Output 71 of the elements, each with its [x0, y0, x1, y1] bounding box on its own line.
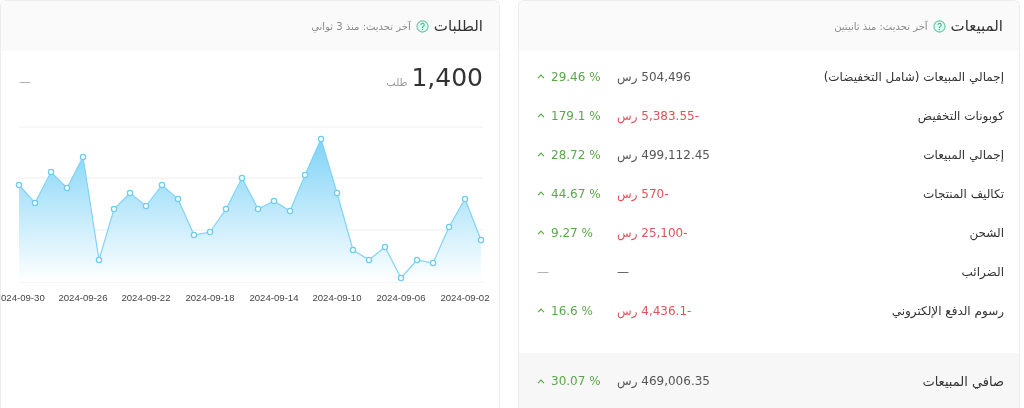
- data-point: [349, 246, 357, 254]
- metric-label: إجمالي المبيعات (شامل التخفيضات): [822, 69, 1004, 84]
- metric-change: 30.07 %: [551, 374, 601, 388]
- last-updated: آخر تحديث: منذ 3 ثواني: [311, 20, 411, 32]
- data-point: [365, 256, 373, 264]
- metric-change: 9.27 %: [551, 225, 593, 240]
- metric-value: -570 رس: [617, 186, 670, 201]
- data-point: [397, 274, 405, 282]
- data-point: [31, 199, 39, 207]
- axis-label: 2024-09-14: [249, 292, 299, 303]
- card-title: المبيعات: [950, 17, 1003, 35]
- data-point: [445, 223, 453, 231]
- axis-label: 2024-09-22: [121, 292, 171, 303]
- data-point: [238, 174, 246, 182]
- data-point: [95, 256, 103, 264]
- metric-value: 469,006.35 رس: [617, 374, 711, 388]
- metric-change: 28.72 %: [551, 147, 601, 162]
- help-icon[interactable]: [415, 19, 429, 33]
- data-point: [477, 236, 485, 244]
- metric-value: -25,100 رس: [617, 225, 689, 240]
- orders-unit: طلب: [386, 77, 408, 88]
- data-point: [254, 205, 262, 213]
- data-point: [79, 153, 87, 161]
- orders-total: 1,400: [411, 63, 483, 92]
- data-point: [47, 168, 55, 176]
- metric-label: رسوم الدفع الإلكتروني: [890, 303, 1004, 318]
- metric-label: صافي المبيعات: [921, 373, 1004, 389]
- last-updated: آخر تحديث: منذ ثانيتين: [834, 20, 928, 32]
- metric-value: —: [617, 264, 630, 279]
- data-point: [381, 243, 389, 251]
- metric-change: 29.46 %: [551, 69, 601, 84]
- metric-value: -4,436.1 رس: [617, 303, 693, 318]
- metric-label: كوبونات التخفيض: [916, 108, 1004, 123]
- orders-change: —: [19, 75, 31, 89]
- metric-label: إجمالي المبيعات: [922, 147, 1004, 162]
- metric-value: -5,383.55 رس: [617, 108, 701, 123]
- data-point: [222, 205, 230, 213]
- data-point: [15, 181, 23, 189]
- metric-value: 499,112.45 رس: [617, 147, 711, 162]
- data-point: [286, 207, 294, 215]
- data-point: [142, 202, 150, 210]
- data-point: [110, 205, 118, 213]
- data-point: [158, 181, 166, 189]
- axis-label: 2024-09-06: [376, 292, 426, 303]
- metric-change: 16.6 %: [551, 303, 593, 318]
- axis-label: 2024-09-10: [312, 292, 362, 303]
- data-point: [126, 189, 134, 197]
- metric-change: 179.1 %: [551, 108, 601, 123]
- metric-change: —: [537, 264, 549, 279]
- metric-change: 44.67 %: [551, 186, 601, 201]
- data-point: [190, 231, 198, 239]
- axis-label: 024-09-30: [1, 292, 45, 303]
- data-point: [270, 197, 278, 205]
- card-title: الطلبات: [433, 17, 483, 35]
- data-point: [413, 256, 421, 264]
- axis-label: 2024-09-02: [440, 292, 490, 303]
- metric-value: 504,496 رس: [617, 69, 692, 84]
- data-point: [174, 195, 182, 203]
- data-point: [206, 228, 214, 236]
- metric-label: الضرائب: [960, 264, 1004, 279]
- data-point: [333, 189, 341, 197]
- metric-label: تكاليف المنتجات: [922, 186, 1004, 201]
- data-point: [301, 171, 309, 179]
- data-point: [317, 135, 325, 143]
- metric-label: الشحن: [968, 225, 1004, 240]
- data-point: [429, 259, 437, 267]
- axis-label: 2024-09-26: [58, 292, 108, 303]
- axis-label: 2024-09-18: [185, 292, 235, 303]
- data-point: [461, 195, 469, 203]
- help-icon[interactable]: [932, 19, 946, 33]
- data-point: [63, 184, 71, 192]
